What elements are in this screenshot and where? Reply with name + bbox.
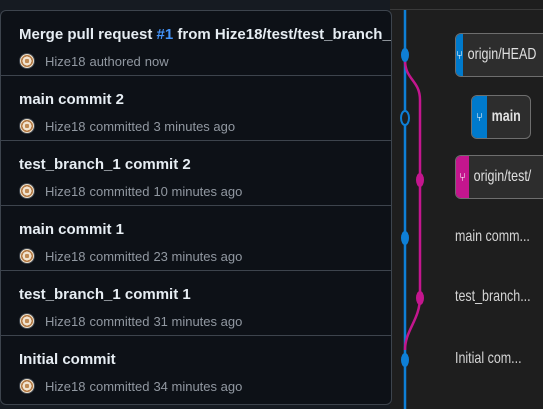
branch-icon: ⑂: [472, 96, 487, 138]
commit-node[interactable]: [416, 173, 424, 187]
commit-node[interactable]: [400, 110, 410, 126]
commit-title: main commit 2: [19, 91, 125, 108]
commit-author[interactable]: Hize18: [45, 119, 85, 134]
avatar[interactable]: [19, 183, 35, 199]
commit-row[interactable]: Initial commit Hize18 committed 34 minut…: [1, 336, 391, 401]
commit-meta: Hize18 committed 3 minutes ago: [19, 118, 235, 134]
commit-time: 34 minutes ago: [153, 378, 243, 394]
commit-meta: Hize18 committed 34 minutes ago: [19, 378, 242, 394]
commit-meta: Hize18 committed 31 minutes ago: [19, 313, 242, 329]
commit-graph: [400, 10, 424, 409]
commit-time: now: [144, 53, 169, 69]
ref-badge-main[interactable]: ⑂ main: [471, 95, 531, 139]
ref-badge-origin-test[interactable]: ⑂ origin/test/: [455, 155, 543, 199]
commit-title: Merge pull request #1 from Hize18/test/t…: [19, 26, 391, 43]
commit-time: 10 minutes ago: [153, 183, 243, 199]
commit-node[interactable]: [401, 231, 409, 245]
commit-author[interactable]: Hize18: [45, 314, 85, 329]
ref-label: origin/test/: [473, 168, 532, 185]
ref-label: origin/HEAD: [467, 46, 537, 63]
graph-commit-message[interactable]: test_branch...: [455, 288, 531, 306]
commit-title: Initial commit: [19, 351, 116, 368]
commit-action: committed: [89, 183, 150, 199]
ref-label: main: [491, 108, 521, 125]
graph-commit-message[interactable]: main comm...: [455, 228, 530, 246]
commit-row[interactable]: test_branch_1 commit 2 Hize18 committed …: [1, 141, 391, 206]
commit-action: committed: [89, 118, 150, 134]
commit-row[interactable]: main commit 1 Hize18 committed 23 minute…: [1, 206, 391, 271]
commit-meta: Hize18 authored now: [19, 53, 169, 69]
avatar[interactable]: [19, 118, 35, 134]
commit-author[interactable]: Hize18: [45, 54, 85, 69]
avatar[interactable]: [19, 248, 35, 264]
commit-row[interactable]: main commit 2 Hize18 committed 3 minutes…: [1, 76, 391, 141]
commit-title: test_branch_1 commit 2: [19, 156, 191, 173]
commit-title-text: Merge pull request: [19, 26, 157, 43]
branch-icon: ⑂: [456, 156, 470, 198]
commit-author[interactable]: Hize18: [45, 184, 85, 199]
commit-author[interactable]: Hize18: [45, 249, 85, 264]
commit-action: committed: [89, 248, 150, 264]
pr-link[interactable]: #1: [157, 26, 174, 43]
commit-title-text: from Hize18/test/test_branch_1: [173, 26, 391, 43]
commit-action: authored: [89, 53, 141, 69]
graph-commit-message[interactable]: Initial com...: [455, 350, 522, 368]
commit-node[interactable]: [401, 353, 409, 367]
commit-node[interactable]: [416, 291, 424, 305]
avatar[interactable]: [19, 53, 35, 69]
commit-title: test_branch_1 commit 1: [19, 286, 191, 303]
avatar[interactable]: [19, 313, 35, 329]
commit-title: main commit 1: [19, 221, 125, 238]
commit-time: 23 minutes ago: [153, 248, 243, 264]
commit-action: committed: [89, 313, 150, 329]
commit-node[interactable]: [401, 48, 409, 62]
commit-row[interactable]: test_branch_1 commit 1 Hize18 committed …: [1, 271, 391, 336]
commit-author[interactable]: Hize18: [45, 379, 85, 394]
commit-meta: Hize18 committed 10 minutes ago: [19, 183, 242, 199]
commit-meta: Hize18 committed 23 minutes ago: [19, 248, 242, 264]
commit-time: 31 minutes ago: [153, 313, 243, 329]
avatar[interactable]: [19, 378, 35, 394]
commit-time: 3 minutes ago: [153, 118, 236, 134]
commit-list: Merge pull request #1 from Hize18/test/t…: [0, 10, 392, 405]
ref-badge-origin-head[interactable]: ⑂ origin/HEAD: [455, 33, 543, 77]
commit-row[interactable]: Merge pull request #1 from Hize18/test/t…: [1, 11, 391, 76]
branch-lane-line: [403, 59, 422, 351]
commit-action: committed: [89, 378, 150, 394]
